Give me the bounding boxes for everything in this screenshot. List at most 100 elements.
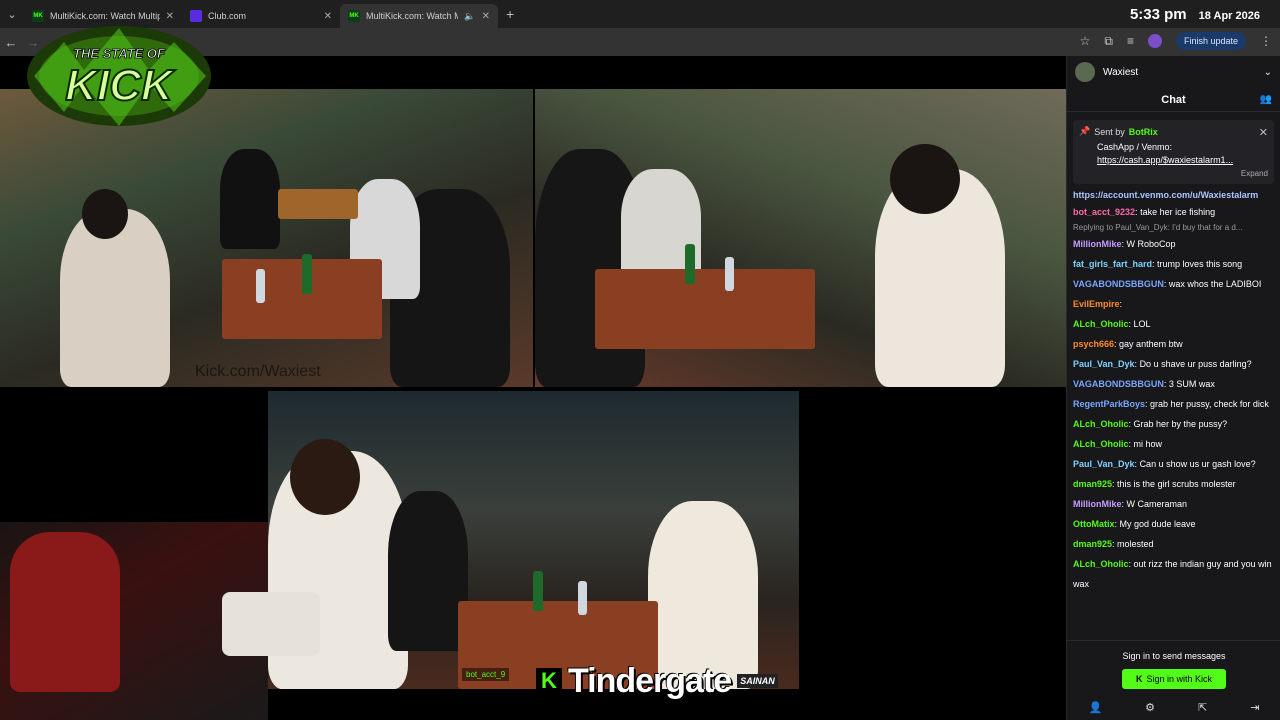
close-tab-icon[interactable]: ✕ [166,11,174,22]
beer-bottle-shape [302,254,312,294]
popout-icon[interactable]: ⇱ [1198,701,1207,714]
chat-separator: : [1119,299,1123,309]
chat-message: RegentParkBoys: grab her pussy, check fo… [1073,394,1274,414]
chat-username[interactable]: ALch_Oholic [1073,439,1129,449]
close-tab-icon[interactable]: ✕ [482,11,490,22]
stream-view-1[interactable]: Kick.com/Waxiest [0,89,533,387]
chat-username[interactable]: Paul_Van_Dyk [1073,459,1135,469]
water-bottle-shape [256,269,265,303]
chat-username[interactable]: RegentParkBoys [1073,399,1145,409]
signin-prompt: Sign in to send messages [1122,651,1226,661]
add-user-icon[interactable]: 👤 [1088,701,1102,714]
banner-title: Tindergate [568,661,732,700]
chat-text: molested [1117,539,1154,549]
chat-message: VAGABONDSBBGUN: 3 SUM wax [1073,374,1274,394]
chat-text: wax whos the LADIBOI [1168,279,1262,289]
chat-message: MillionMike: W Cameraman [1073,494,1274,514]
chat-text: W RoboCop [1126,239,1176,249]
exit-chat-icon[interactable]: ⇥ [1250,701,1259,714]
back-arrow-icon[interactable]: ← [0,35,22,50]
state-of-kick-logo: THE STATE OF KICK [27,26,211,126]
chat-message: ALch_Oholic: Grab her by the pussy? [1073,414,1274,434]
chat-text: LOL [1133,319,1151,329]
chat-username[interactable]: EvilEmpire [1073,299,1120,309]
expand-button[interactable]: Expand [1079,169,1268,178]
venmo-link[interactable]: https://account.venmo.com/u/Waxiestalarm [1073,188,1274,202]
table-shape [278,189,358,219]
chat-text: this is the girl scrubs molester [1117,479,1236,489]
close-icon[interactable]: ✕ [1259,126,1268,139]
chat-channel-header[interactable]: Waxiest ⌄ [1067,56,1280,88]
chat-username[interactable]: dman925 [1073,539,1112,549]
kick-watermark: Kick.com/Waxiest [195,363,321,380]
multikick-favicon-icon: MK [32,10,44,22]
chat-message: fat_girls_fart_hard: trump loves this so… [1073,254,1274,274]
close-tab-icon[interactable]: ✕ [324,11,332,22]
chevron-down-icon[interactable]: ⌄ [1264,67,1272,78]
chat-username[interactable]: dman925 [1073,479,1112,489]
chat-username[interactable]: VAGABONDSBBGUN [1073,379,1164,389]
kick-icon: K [1135,674,1143,684]
reply-preview[interactable]: Replying to Paul_Van_Dyk: I'd buy that f… [1073,222,1274,234]
tab-search-chevron-icon[interactable]: ⌄ [0,0,24,28]
stream-view-2[interactable] [535,89,1066,387]
beer-bottle-shape [533,571,543,611]
chat-text: trump loves this song [1157,259,1243,269]
chat-footer-icons: 👤 ⚙ ⇱ ⇥ [1067,701,1280,714]
club-favicon-icon [190,10,202,22]
chat-text: Do u shave ur puss darling? [1139,359,1252,369]
chat-message: dman925: this is the girl scrubs moleste… [1073,474,1274,494]
extensions-icon[interactable]: ⧉ [1104,34,1113,49]
tab-multikick-2[interactable]: MK MultiKick.com: Watch Multi 🔈 ✕ [340,4,498,28]
chat-message: ALch_Oholic: LOL [1073,314,1274,334]
chat-message: ALch_Oholic: out rizz the indian guy and… [1073,554,1274,594]
video-stage: Kick.com/Waxiest bot_acct_9 K Tindergate… [0,56,1066,720]
chat-text: 3 SUM wax [1168,379,1215,389]
chat-message: Paul_Van_Dyk: Do u shave ur puss darling… [1073,354,1274,374]
chat-text: mi how [1133,439,1163,449]
media-controls-icon[interactable]: ≡ [1127,34,1134,48]
users-icon[interactable]: 👥 [1260,94,1272,105]
chat-message: OttoMatix: My god dude leave [1073,514,1274,534]
pillow-shape [222,592,320,656]
chat-username[interactable]: VAGABONDSBBGUN [1073,279,1164,289]
title-banner: K Tindergate SAINAN [536,661,798,701]
finish-update-button[interactable]: Finish update [1175,32,1246,50]
chat-username[interactable]: OttoMatix [1073,519,1115,529]
chat-username[interactable]: fat_girls_fart_hard [1073,259,1152,269]
chat-username[interactable]: ALch_Oholic [1073,559,1129,569]
channel-name: Waxiest [1103,66,1139,78]
chat-message: psych666: gay anthem btw [1073,334,1274,354]
menu-dots-icon[interactable]: ⋮ [1260,34,1272,48]
water-bottle-shape [725,257,734,291]
person-shape [290,439,360,515]
chat-message: bot_acct_9232: take her ice fishing [1073,202,1274,222]
sign-in-label: Sign in with Kick [1146,674,1213,684]
chat-username[interactable]: ALch_Oholic [1073,419,1129,429]
chat-panel: Waxiest ⌄ Chat 👥 📌 Sent by BotRix ✕ Cash… [1066,56,1280,720]
chat-username[interactable]: MillionMike [1073,239,1122,249]
pinned-message: 📌 Sent by BotRix ✕ CashApp / Venmo: http… [1073,120,1274,184]
stream-view-3[interactable] [268,391,799,689]
table-shape [595,269,815,349]
person-shape [890,144,960,214]
new-tab-icon[interactable]: + [506,6,514,22]
chat-username[interactable]: psych666 [1073,339,1114,349]
person-shape [388,491,468,651]
chat-username[interactable]: Paul_Van_Dyk [1073,359,1135,369]
chat-username[interactable]: bot_acct_9232 [1073,207,1135,217]
chat-message: Replying to Paul_Van_Dyk: I'd buy that f… [1073,222,1274,254]
chat-username[interactable]: ALch_Oholic [1073,319,1129,329]
bookmark-star-icon[interactable]: ☆ [1080,34,1091,48]
sign-in-with-kick-button[interactable]: K Sign in with Kick [1122,669,1226,689]
settings-gear-icon[interactable]: ⚙ [1145,701,1155,714]
chat-title: Chat [1161,93,1186,106]
multikick-favicon-icon: MK [348,10,360,22]
chat-message: dman925: molested [1073,534,1274,554]
chat-username[interactable]: MillionMike [1073,499,1122,509]
chat-text: take her ice fishing [1140,207,1216,217]
profile-avatar[interactable] [1147,34,1162,48]
cashapp-link[interactable]: https://cash.app/$waxiestalarm1... [1097,154,1268,167]
banner-tag: SAINAN [737,674,778,688]
speaker-icon[interactable]: 🔈 [464,11,475,22]
